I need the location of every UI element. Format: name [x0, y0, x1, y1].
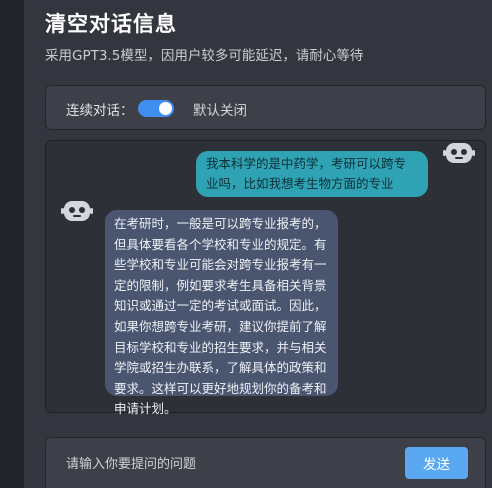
question-input[interactable] — [64, 450, 388, 478]
main-panel: 清空对话信息 采用GPT3.5模型，因用户较多可能延迟，请耐心等待 连续对话： … — [24, 0, 492, 488]
user-message: 我本科学的是中药学，考研可以跨专业吗，比如我想考生物方面的专业 — [196, 151, 428, 197]
continuous-chat-toggle[interactable] — [138, 100, 174, 117]
clear-chat-title[interactable]: 清空对话信息 — [45, 8, 177, 38]
chat-history[interactable]: 我本科学的是中药学，考研可以跨专业吗，比如我想考生物方面的专业 在考研时，一般是… — [45, 140, 486, 416]
message-input-bar: 发送 — [45, 437, 486, 488]
assistant-message: 在考研时，一般是可以跨专业报考的，但具体要看各个学校和专业的规定。有些学校和专业… — [105, 210, 338, 416]
assistant-avatar-robot-icon — [61, 201, 93, 221]
toggle-default-text: 默认关闭 — [193, 103, 247, 119]
continuous-chat-label: 连续对话： — [66, 103, 134, 119]
sidebar — [0, 0, 24, 488]
user-avatar-robot-icon — [443, 143, 475, 163]
send-button[interactable]: 发送 — [405, 447, 468, 479]
toggle-knob — [159, 102, 172, 115]
model-notice: 采用GPT3.5模型，因用户较多可能延迟，请耐心等待 — [45, 48, 364, 64]
continuous-chat-settings: 连续对话： 默认关闭 — [45, 85, 486, 130]
